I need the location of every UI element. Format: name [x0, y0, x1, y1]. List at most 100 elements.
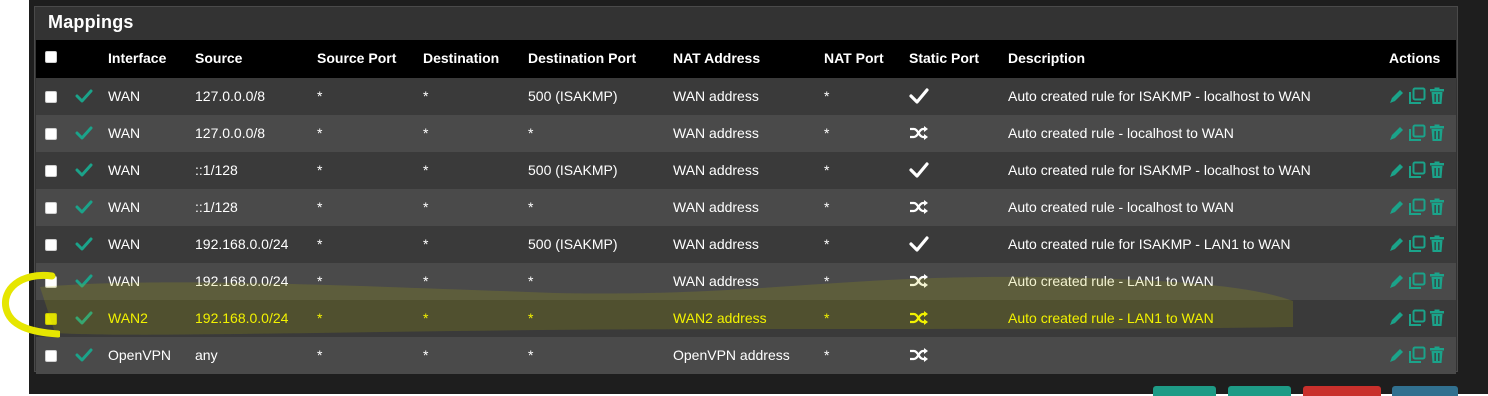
- cell-source-port: *: [317, 199, 323, 215]
- delete-icon[interactable]: [1428, 235, 1446, 253]
- edit-icon[interactable]: [1388, 124, 1406, 142]
- table-row[interactable]: WAN2 192.168.0.0/24 * * * WAN2 address * Auto c…: [36, 300, 1456, 337]
- col-nat-address[interactable]: NAT Address: [673, 50, 760, 66]
- button-teal[interactable]: [1228, 386, 1291, 396]
- cell-source: ::1/128: [195, 199, 238, 215]
- enabled-check-icon[interactable]: [75, 310, 93, 326]
- cell-source-port: *: [317, 236, 323, 252]
- check-icon: [909, 162, 929, 178]
- col-source-port[interactable]: Source Port: [317, 50, 396, 66]
- edit-icon[interactable]: [1388, 309, 1406, 327]
- delete-icon[interactable]: [1428, 124, 1446, 142]
- cell-nat-port: *: [824, 88, 830, 104]
- copy-icon[interactable]: [1408, 87, 1426, 105]
- cell-destination: *: [423, 236, 429, 252]
- cell-nat-address: WAN address: [673, 199, 759, 215]
- copy-icon[interactable]: [1408, 161, 1426, 179]
- row-select-checkbox[interactable]: [45, 202, 57, 214]
- delete-icon[interactable]: [1428, 198, 1446, 216]
- table-row[interactable]: WAN 127.0.0.0/8 * * * WAN address * Auto create…: [36, 115, 1456, 152]
- cell-source: 192.168.0.0/24: [195, 273, 289, 289]
- cell-destination-port: 500 (ISAKMP): [528, 236, 618, 252]
- edit-icon[interactable]: [1388, 235, 1406, 253]
- delete-icon[interactable]: [1428, 272, 1446, 290]
- cell-description: Auto created rule - LAN1 to WAN: [1008, 273, 1214, 289]
- enabled-check-icon[interactable]: [75, 125, 93, 141]
- cell-source: any: [195, 347, 218, 363]
- cell-destination-port: *: [528, 310, 534, 326]
- col-destination-port[interactable]: Destination Port: [528, 50, 636, 66]
- edit-icon[interactable]: [1388, 87, 1406, 105]
- row-select-checkbox[interactable]: [45, 91, 57, 103]
- col-description[interactable]: Description: [1008, 50, 1085, 66]
- cell-interface: OpenVPN: [108, 347, 172, 363]
- button-blue[interactable]: [1392, 386, 1458, 396]
- col-destination[interactable]: Destination: [423, 50, 499, 66]
- enabled-check-icon[interactable]: [75, 88, 93, 104]
- shuffle-icon: [909, 199, 929, 215]
- enabled-check-icon[interactable]: [75, 162, 93, 178]
- enabled-check-icon[interactable]: [75, 199, 93, 215]
- copy-icon[interactable]: [1408, 198, 1426, 216]
- cell-nat-port: *: [824, 236, 830, 252]
- button-red[interactable]: [1303, 386, 1381, 396]
- col-interface[interactable]: Interface: [108, 50, 166, 66]
- edit-icon[interactable]: [1388, 198, 1406, 216]
- col-static-port[interactable]: Static Port: [909, 50, 979, 66]
- enabled-check-icon[interactable]: [75, 273, 93, 289]
- panel-title: Mappings: [48, 12, 134, 32]
- copy-icon[interactable]: [1408, 309, 1426, 327]
- cell-source: 192.168.0.0/24: [195, 236, 289, 252]
- select-all-checkbox[interactable]: [45, 51, 57, 63]
- copy-icon[interactable]: [1408, 235, 1426, 253]
- enabled-check-icon[interactable]: [75, 236, 93, 252]
- cell-destination-port: *: [528, 273, 534, 289]
- cell-destination: *: [423, 273, 429, 289]
- cell-nat-address: WAN address: [673, 273, 759, 289]
- cell-destination: *: [423, 162, 429, 178]
- shuffle-icon: [909, 347, 929, 363]
- edit-icon[interactable]: [1388, 346, 1406, 364]
- row-select-checkbox[interactable]: [45, 239, 57, 251]
- delete-icon[interactable]: [1428, 161, 1446, 179]
- cell-interface: WAN: [108, 236, 141, 252]
- cell-destination-port: 500 (ISAKMP): [528, 162, 618, 178]
- cell-description: Auto created rule for ISAKMP - LAN1 to W…: [1008, 236, 1291, 252]
- cell-description: Auto created rule for ISAKMP - localhost…: [1008, 162, 1311, 178]
- copy-icon[interactable]: [1408, 124, 1426, 142]
- cell-destination: *: [423, 199, 429, 215]
- cell-interface: WAN: [108, 199, 141, 215]
- cell-destination: *: [423, 88, 429, 104]
- row-select-checkbox[interactable]: [45, 128, 57, 140]
- table-row[interactable]: WAN 127.0.0.0/8 * * 500 (ISAKMP) WAN address *…: [36, 78, 1456, 115]
- copy-icon[interactable]: [1408, 346, 1426, 364]
- table-row[interactable]: WAN::1/128 * * 500 (ISAKMP) WAN address * Auto…: [36, 152, 1456, 189]
- col-nat-port[interactable]: NAT Port: [824, 50, 884, 66]
- cell-destination: *: [423, 125, 429, 141]
- edit-icon[interactable]: [1388, 272, 1406, 290]
- cell-nat-port: *: [824, 125, 830, 141]
- cell-source-port: *: [317, 310, 323, 326]
- row-select-checkbox[interactable]: [45, 350, 57, 362]
- enabled-check-icon[interactable]: [75, 347, 93, 363]
- table-row[interactable]: WAN 192.168.0.0/24 * * 500 (ISAKMP) WAN addre…: [36, 226, 1456, 263]
- cell-destination: *: [423, 310, 429, 326]
- shuffle-icon: [909, 273, 929, 289]
- table-row[interactable]: OpenVPN any * * * OpenVPN address *: [36, 337, 1456, 374]
- cell-source: 192.168.0.0/24: [195, 310, 289, 326]
- mappings-panel: Mappings Interface Source Source Port De…: [34, 6, 1458, 374]
- cell-source-port: *: [317, 347, 323, 363]
- cell-nat-port: *: [824, 273, 830, 289]
- button-teal[interactable]: [1153, 386, 1216, 396]
- check-icon: [909, 88, 929, 104]
- cell-destination-port: 500 (ISAKMP): [528, 88, 618, 104]
- delete-icon[interactable]: [1428, 309, 1446, 327]
- delete-icon[interactable]: [1428, 87, 1446, 105]
- col-source[interactable]: Source: [195, 50, 242, 66]
- table-row[interactable]: WAN::1/128 * * * WAN address * Auto created ru…: [36, 189, 1456, 226]
- copy-icon[interactable]: [1408, 272, 1426, 290]
- delete-icon[interactable]: [1428, 346, 1446, 364]
- edit-icon[interactable]: [1388, 161, 1406, 179]
- row-select-checkbox[interactable]: [45, 165, 57, 177]
- table-row[interactable]: WAN 192.168.0.0/24 * * * WAN address * Auto cre…: [36, 263, 1456, 300]
